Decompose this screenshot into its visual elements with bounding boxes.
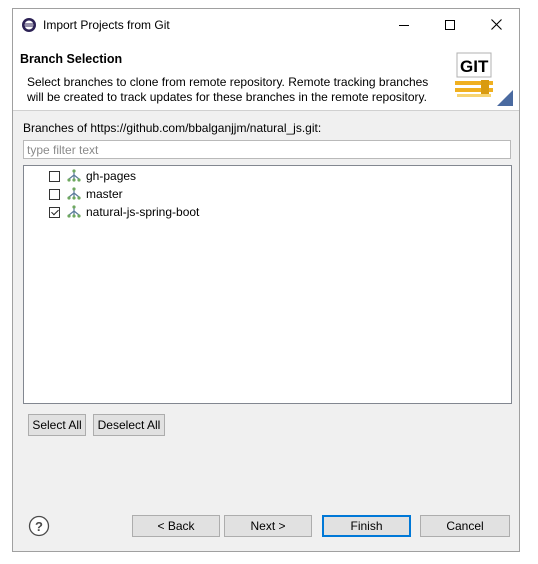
git-logo-icon: GIT bbox=[455, 52, 513, 106]
branch-checkbox-natural-js-spring-boot[interactable] bbox=[49, 206, 60, 218]
description-line-1: Select branches to clone from remote rep… bbox=[27, 75, 429, 89]
branch-tree[interactable]: gh-pages master natural-js-spring-boot bbox=[23, 165, 512, 404]
deselect-all-button[interactable]: Deselect All bbox=[93, 414, 165, 436]
branch-row-gh-pages[interactable]: gh-pages bbox=[24, 167, 136, 185]
branch-icon bbox=[67, 205, 81, 218]
branches-label: Branches of https://github.com/bbalganjj… bbox=[23, 121, 322, 135]
page-title: Branch Selection bbox=[20, 52, 123, 66]
branch-label: natural-js-spring-boot bbox=[86, 205, 200, 219]
description-line-2: will be created to track updates for the… bbox=[27, 90, 427, 104]
branch-label: master bbox=[86, 187, 123, 201]
close-icon bbox=[490, 19, 502, 30]
branch-label: gh-pages bbox=[86, 169, 137, 183]
next-button[interactable]: Next > bbox=[224, 515, 312, 537]
branch-row-master[interactable]: master bbox=[24, 185, 123, 203]
branch-checkbox-master[interactable] bbox=[49, 188, 60, 200]
cancel-button[interactable]: Cancel bbox=[420, 515, 510, 537]
minimize-button[interactable] bbox=[381, 9, 427, 40]
close-button[interactable] bbox=[473, 9, 519, 40]
eclipse-app-icon bbox=[22, 18, 36, 32]
import-dialog: Import Projects from Git Branch Selectio… bbox=[12, 8, 520, 552]
branch-icon bbox=[67, 169, 81, 182]
finish-button[interactable]: Finish bbox=[322, 515, 411, 537]
filter-input[interactable] bbox=[23, 140, 511, 159]
minimize-icon bbox=[399, 24, 409, 26]
back-button[interactable]: < Back bbox=[132, 515, 220, 537]
select-all-button[interactable]: Select All bbox=[28, 414, 86, 436]
branch-icon bbox=[67, 187, 81, 200]
wizard-header: Branch Selection Select branches to clon… bbox=[13, 40, 519, 111]
branch-row-natural-js-spring-boot[interactable]: natural-js-spring-boot bbox=[24, 203, 199, 221]
page-description: Select branches to clone from remote rep… bbox=[27, 75, 447, 105]
help-icon[interactable]: ? bbox=[28, 515, 50, 537]
title-bar: Import Projects from Git bbox=[13, 9, 519, 40]
maximize-button[interactable] bbox=[427, 9, 473, 40]
branch-checkbox-gh-pages[interactable] bbox=[49, 170, 60, 182]
maximize-icon bbox=[445, 19, 455, 30]
svg-text:?: ? bbox=[35, 519, 43, 534]
window-title: Import Projects from Git bbox=[43, 18, 170, 32]
git-logo-text: GIT bbox=[460, 57, 489, 76]
